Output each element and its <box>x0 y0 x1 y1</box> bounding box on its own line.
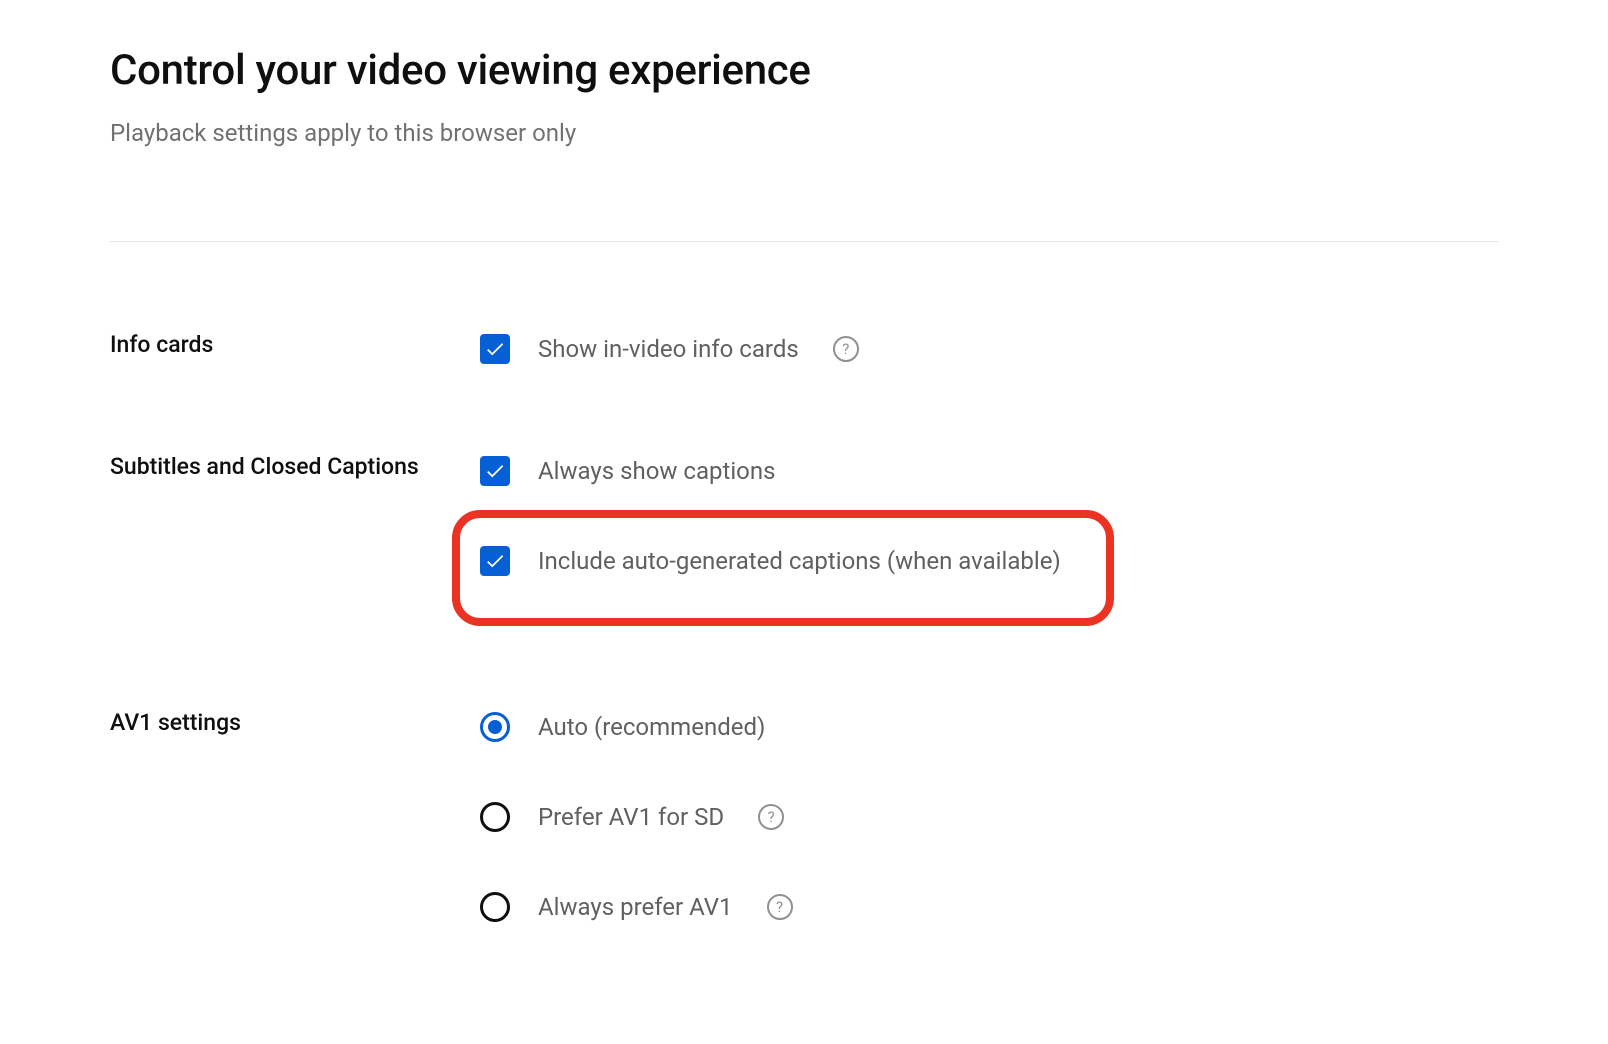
option-label-always-prefer-av1: Always prefer AV1 <box>538 893 733 921</box>
checkmark-icon <box>484 338 506 360</box>
section-subtitles: Subtitles and Closed Captions Always sho… <box>110 448 1498 628</box>
checkbox-show-info-cards[interactable] <box>480 334 510 364</box>
radio-prefer-av1-sd[interactable] <box>480 802 510 832</box>
option-row-prefer-av1-sd: Prefer AV1 for SD ? <box>480 794 1498 840</box>
checkmark-icon <box>484 550 506 572</box>
checkbox-auto-generated-captions[interactable] <box>480 546 510 576</box>
option-row-auto-recommended: Auto (recommended) <box>480 704 1498 750</box>
section-info-cards: Info cards Show in-video info cards ? <box>110 326 1498 372</box>
radio-always-prefer-av1[interactable] <box>480 892 510 922</box>
section-content-subtitles: Always show captions Include auto-genera… <box>480 448 1498 628</box>
help-icon[interactable]: ? <box>758 804 784 830</box>
section-content-info-cards: Show in-video info cards ? <box>480 326 1498 372</box>
section-content-av1: Auto (recommended) Prefer AV1 for SD ? A… <box>480 704 1498 930</box>
section-av1: AV1 settings Auto (recommended) Prefer A… <box>110 704 1498 930</box>
option-label-prefer-av1-sd: Prefer AV1 for SD <box>538 803 724 831</box>
option-row-show-info-cards: Show in-video info cards ? <box>480 326 1498 372</box>
divider <box>110 241 1498 242</box>
option-label-always-show-captions: Always show captions <box>538 457 776 485</box>
option-row-always-prefer-av1: Always prefer AV1 ? <box>480 884 1498 930</box>
option-label-auto-recommended: Auto (recommended) <box>538 713 765 741</box>
radio-auto-recommended[interactable] <box>480 712 510 742</box>
section-label-av1: AV1 settings <box>110 704 480 741</box>
checkmark-icon <box>484 460 506 482</box>
section-label-subtitles: Subtitles and Closed Captions <box>110 448 480 485</box>
option-label-auto-generated-captions: Include auto-generated captions (when av… <box>538 547 1061 575</box>
checkbox-always-show-captions[interactable] <box>480 456 510 486</box>
option-label-show-info-cards: Show in-video info cards <box>538 335 799 363</box>
help-icon[interactable]: ? <box>767 894 793 920</box>
option-row-always-show-captions: Always show captions <box>480 448 1498 494</box>
page-title: Control your video viewing experience <box>110 46 1498 95</box>
option-row-auto-generated-captions: Include auto-generated captions (when av… <box>480 538 1498 584</box>
section-label-info-cards: Info cards <box>110 326 480 363</box>
help-icon[interactable]: ? <box>833 336 859 362</box>
page-subtitle: Playback settings apply to this browser … <box>110 119 1498 147</box>
